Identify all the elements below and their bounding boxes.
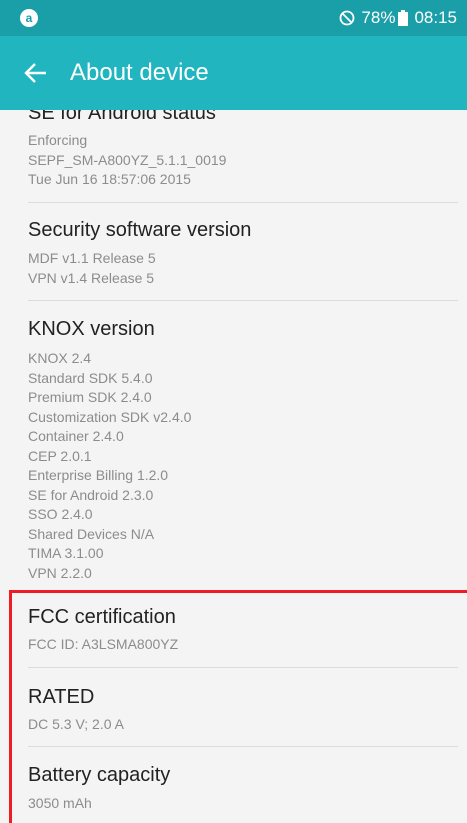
settings-list: SE for Android status Enforcing SEPF_SM-… bbox=[0, 110, 467, 823]
arrow-left-icon[interactable] bbox=[22, 59, 50, 87]
list-item-title: KNOX version bbox=[28, 318, 155, 340]
list-item-detail: 3050 mAh bbox=[28, 795, 92, 811]
status-time: 08:15 bbox=[414, 8, 457, 27]
status-bar: a 78% 08:15 bbox=[0, 0, 467, 36]
list-item-detail: Enforcing bbox=[28, 132, 88, 148]
list-item-detail: KNOX 2.4 bbox=[28, 350, 92, 366]
list-item-detail: Tue Jun 16 18:57:06 2015 bbox=[28, 171, 191, 187]
list-item-detail: VPN 2.2.0 bbox=[28, 564, 92, 581]
list-item-detail: FCC ID: A3LSMA800YZ bbox=[28, 636, 179, 652]
battery-icon bbox=[398, 10, 409, 26]
list-item-detail: Enterprise Billing 1.2.0 bbox=[28, 467, 169, 483]
list-item-detail: Container 2.4.0 bbox=[28, 428, 124, 444]
list-item-detail: SE for Android 2.3.0 bbox=[28, 486, 154, 503]
list-item-detail: VPN v1.4 Release 5 bbox=[28, 269, 155, 286]
list-item-detail: Shared Devices N/A bbox=[28, 525, 155, 542]
app-notification-icon: a bbox=[20, 9, 38, 27]
battery-percent: 78% bbox=[361, 8, 396, 27]
list-item-detail: DC 5.3 V; 2.0 A bbox=[28, 716, 124, 732]
page-title: About device bbox=[70, 59, 209, 86]
list-item-title: Security software version bbox=[28, 219, 252, 241]
list-item-detail: MDF v1.1 Release 5 bbox=[28, 250, 156, 266]
list-item-detail: Premium SDK 2.4.0 bbox=[28, 389, 152, 405]
app-bar: About device bbox=[0, 36, 467, 110]
list-item-detail: CEP 2.0.1 bbox=[28, 447, 92, 464]
list-item-detail: TIMA 3.1.00 bbox=[28, 545, 104, 561]
list-item-detail: SSO 2.4.0 bbox=[28, 506, 93, 522]
list-item-title: Battery capacity bbox=[28, 764, 171, 786]
list-item-knox-version[interactable]: KNOX version KNOX 2.4 Standard SDK 5.4.0… bbox=[0, 301, 467, 590]
do-not-disturb-icon bbox=[340, 10, 355, 26]
list-item-title: SE for Android status bbox=[28, 110, 216, 124]
list-item-rated[interactable]: RATED DC 5.3 V; 2.0 A bbox=[0, 668, 467, 746]
list-item-se-android-status[interactable]: SE for Android status Enforcing SEPF_SM-… bbox=[0, 110, 467, 203]
list-item-title: FCC certification bbox=[28, 606, 176, 628]
list-item-battery-capacity[interactable]: Battery capacity 3050 mAh bbox=[0, 747, 467, 823]
list-item-detail: Standard SDK 5.4.0 bbox=[28, 369, 153, 386]
list-item-title: RATED bbox=[28, 686, 95, 708]
list-item-security-software-version[interactable]: Security software version MDF v1.1 Relea… bbox=[0, 203, 467, 300]
status-indicators: 78% 08:15 bbox=[339, 0, 457, 36]
list-item-detail: Customization SDK v2.4.0 bbox=[28, 408, 192, 425]
list-item-fcc-certification[interactable]: FCC certification FCC ID: A3LSMA800YZ bbox=[0, 590, 467, 667]
list-item-detail: SEPF_SM-A800YZ_5.1.1_0019 bbox=[28, 151, 227, 168]
